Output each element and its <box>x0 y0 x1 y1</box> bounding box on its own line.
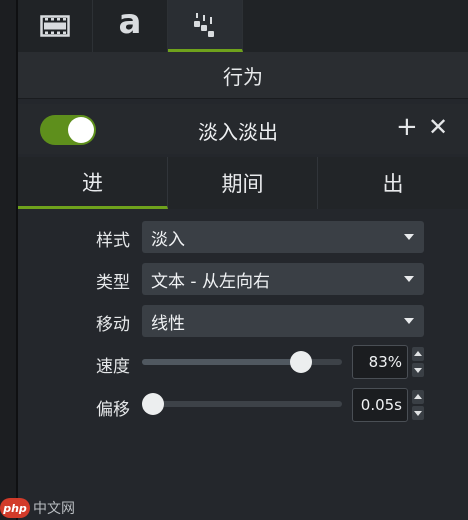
chevron-down-icon <box>404 276 414 282</box>
offset-label: 偏移 <box>96 400 130 420</box>
left-divider-strip <box>0 0 18 520</box>
tab-during[interactable]: 期间 <box>168 157 318 209</box>
panel-title: 行为 <box>18 52 468 99</box>
offset-slider[interactable] <box>142 393 342 415</box>
tab-out[interactable]: 出 <box>318 157 468 209</box>
site-watermark: php 中文网 <box>0 496 96 520</box>
style-dropdown[interactable]: 淡入 <box>142 221 424 253</box>
movement-label: 移动 <box>96 315 130 335</box>
chevron-down-icon <box>404 234 414 240</box>
toggle-knob <box>68 117 94 143</box>
tab-in[interactable]: 进 <box>18 157 168 209</box>
tab-text-properties[interactable]: a <box>93 0 168 52</box>
phase-tab-bar: 进 期间 出 <box>18 157 468 209</box>
speed-increment[interactable] <box>412 347 424 361</box>
remove-effect-button[interactable]: ✕ <box>428 114 448 140</box>
chevron-down-icon <box>404 318 414 324</box>
speed-decrement[interactable] <box>412 363 424 377</box>
speed-slider[interactable] <box>142 351 342 373</box>
offset-increment[interactable] <box>412 390 424 404</box>
offset-decrement[interactable] <box>412 406 424 420</box>
offset-slider-handle[interactable] <box>142 393 164 415</box>
film-strip-icon <box>40 15 70 37</box>
movement-value: 线性 <box>151 313 185 334</box>
effect-header: 淡入淡出 + ✕ <box>18 104 468 154</box>
speed-input[interactable]: 83% <box>352 345 408 379</box>
properties-panel: a 行为 淡入淡出 + ✕ 进 期间 出 样式 淡入 类型 文本 - 从左向右 … <box>18 0 468 520</box>
type-value: 文本 - 从左向右 <box>151 271 270 292</box>
add-effect-button[interactable]: + <box>396 114 418 140</box>
speed-label: 速度 <box>96 357 130 377</box>
tab-visual-properties[interactable] <box>18 0 93 52</box>
behaviors-icon <box>194 12 214 37</box>
watermark-text: 中文网 <box>33 501 75 517</box>
style-label: 样式 <box>96 231 130 251</box>
effect-name: 淡入淡出 <box>198 120 278 144</box>
tab-behaviors[interactable] <box>168 0 243 52</box>
movement-dropdown[interactable]: 线性 <box>142 305 424 337</box>
style-value: 淡入 <box>151 229 185 250</box>
type-label: 类型 <box>96 273 130 293</box>
speed-slider-handle[interactable] <box>289 351 312 373</box>
top-tab-bar: a <box>18 0 468 52</box>
speed-slider-fill <box>142 359 301 365</box>
php-logo: php <box>0 498 30 518</box>
text-a-icon: a <box>118 2 142 42</box>
offset-input[interactable]: 0.05s <box>352 388 408 422</box>
effect-enable-toggle[interactable] <box>40 115 96 145</box>
type-dropdown[interactable]: 文本 - 从左向右 <box>142 263 424 295</box>
